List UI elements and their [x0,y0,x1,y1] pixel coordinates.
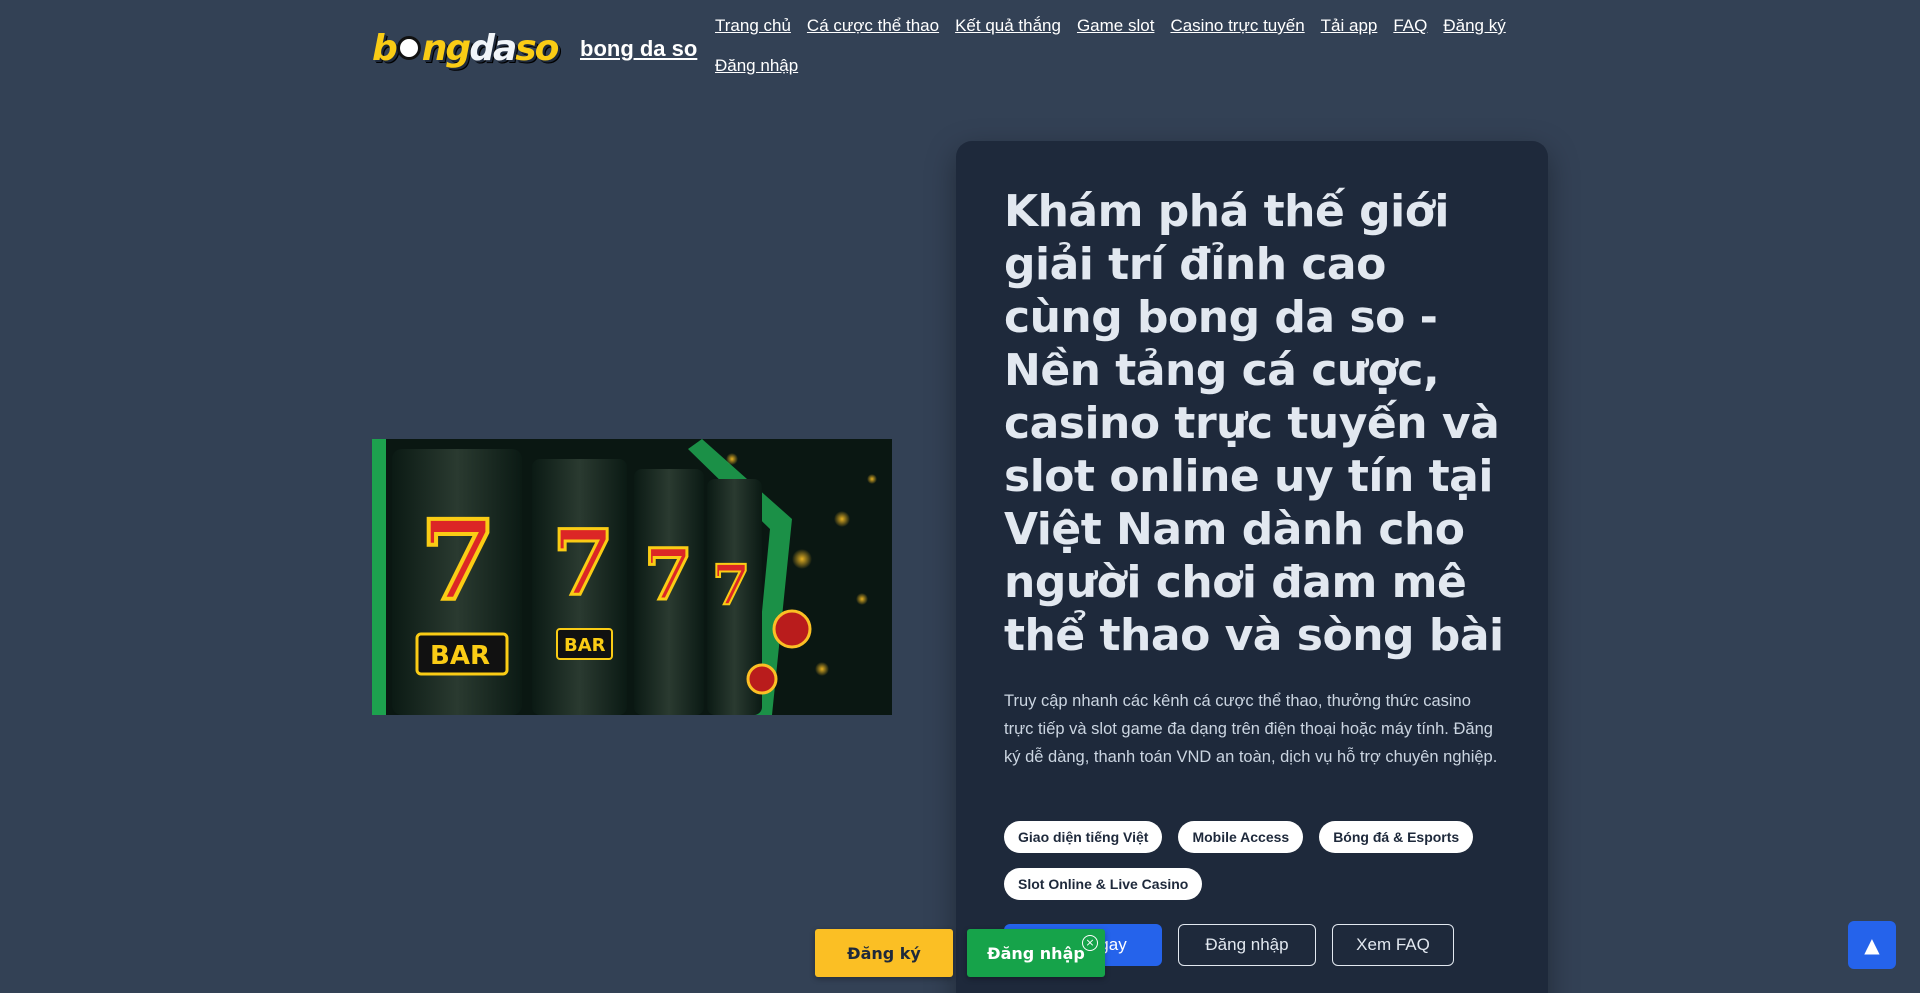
logo-letter: da [469,27,517,69]
tag-football-esports: Bóng đá & Esports [1319,821,1474,853]
feature-tags: Giao diện tiếng Việt Mobile Access Bóng … [1004,821,1514,900]
nav-item-game-slot[interactable]: Game slot [1077,14,1154,38]
site-logo[interactable]: b ngdaso [372,24,572,72]
svg-text:7: 7 [420,496,497,625]
hero-card: Khám phá thế giới giải trí đỉnh cao cùng… [956,141,1548,993]
tag-slot-live-casino: Slot Online & Live Casino [1004,868,1203,900]
svg-text:7: 7 [552,510,615,616]
close-icon[interactable]: × [1082,935,1098,951]
slot-machine-image: 7 7 7 7 BAR BAR [372,439,892,715]
logo-wordmark: b ngdaso [372,27,559,69]
svg-text:7: 7 [712,552,750,617]
nav-item-faq[interactable]: FAQ [1393,14,1427,38]
soccer-ball-icon [396,35,421,60]
arrow-up-icon: ▲ [1864,933,1880,957]
svg-text:BAR: BAR [430,641,490,671]
hero-description: Truy cập nhanh các kênh cá cược thể thao… [1004,692,1498,766]
site-header: b ngdaso bong da so Trang chủ Cá cược thể… [372,14,1552,94]
hero-login-button[interactable]: Đăng nhập [1178,924,1316,966]
svg-text:BAR: BAR [564,635,606,656]
tag-vietnamese-ui: Giao diện tiếng Việt [1004,821,1163,853]
faq-button[interactable]: Xem FAQ [1332,924,1454,966]
site-name-link[interactable]: bong da so [580,36,697,62]
back-to-top-button[interactable]: ▲ [1848,921,1896,969]
nav-item-register[interactable]: Đăng ký [1443,14,1505,38]
tag-mobile-access: Mobile Access [1178,821,1304,853]
nav-item-casino[interactable]: Casino trực tuyến [1170,14,1304,38]
main-nav: Trang chủ Cá cược thể thao Kết quả thắng… [715,14,1535,78]
nav-item-results[interactable]: Kết quả thắng [955,14,1061,38]
svg-text:7: 7 [644,533,693,616]
logo-letter: so [515,27,559,69]
nav-item-app[interactable]: Tải app [1321,14,1378,38]
hero-title: Khám phá thế giới giải trí đỉnh cao cùng… [1004,186,1504,661]
logo-letter: b [372,27,398,69]
nav-item-home[interactable]: Trang chủ [715,14,791,38]
floating-register-button[interactable]: Đăng ký [815,929,953,977]
nav-item-sports-betting[interactable]: Cá cược thể thao [807,14,939,38]
logo-letter: ng [421,27,471,69]
nav-item-login[interactable]: Đăng nhập [715,54,798,78]
